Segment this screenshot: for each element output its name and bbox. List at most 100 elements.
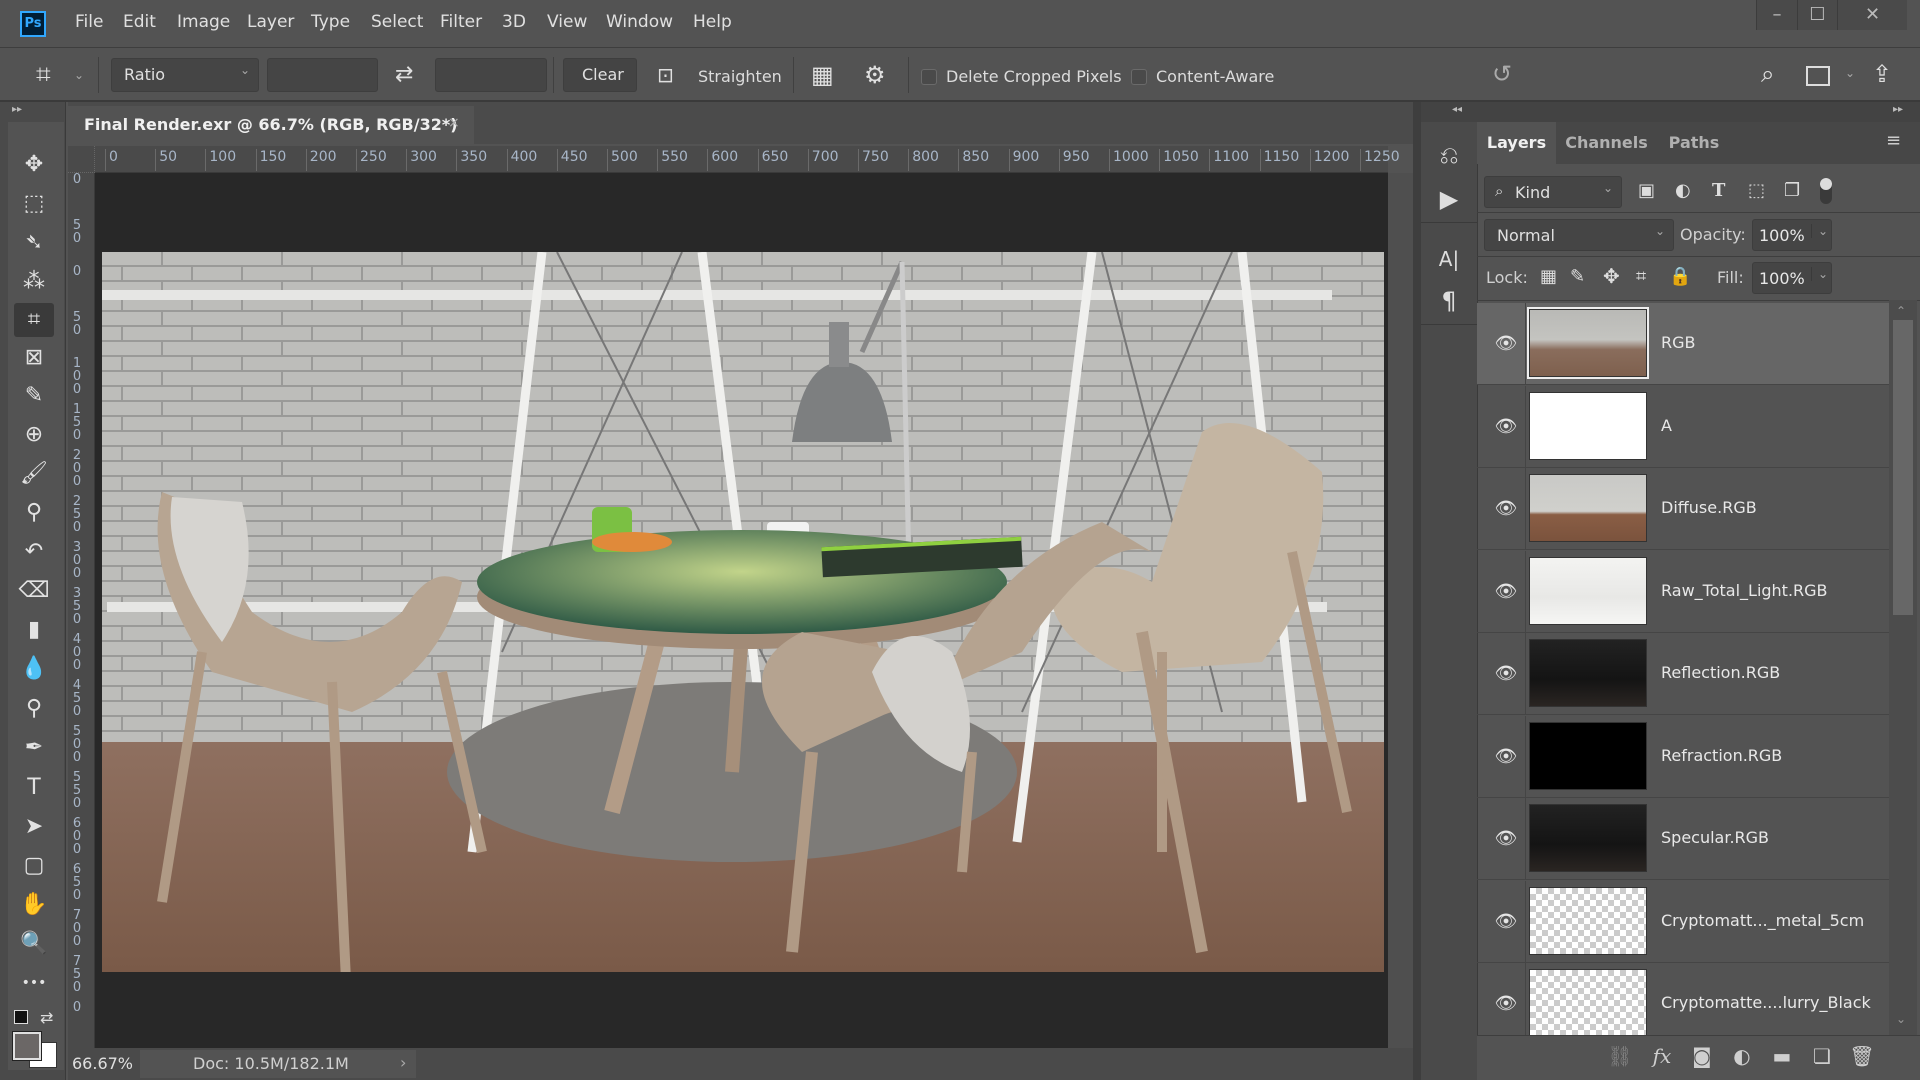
layer-row[interactable]: 👁 RGB [1477, 303, 1889, 385]
lock-artboard-icon[interactable]: ⌗ [1636, 266, 1646, 287]
layer-name[interactable]: Diffuse.RGB [1661, 498, 1757, 517]
canvas-scrollbar[interactable] [1388, 173, 1413, 1048]
chevron-down-icon[interactable]: ⌄ [1811, 224, 1828, 238]
menu-window[interactable]: Window [606, 12, 673, 32]
layer-row[interactable]: 👁 Reflection.RGB [1477, 633, 1889, 715]
close-button[interactable]: ✕ [1837, 0, 1907, 30]
visibility-toggle[interactable]: 👁 [1477, 633, 1526, 715]
layer-name[interactable]: Reflection.RGB [1661, 663, 1780, 682]
lock-transparent-pixels-icon[interactable]: ▦ [1540, 266, 1557, 287]
layer-name[interactable]: Specular.RGB [1661, 828, 1769, 847]
eye-icon[interactable]: 👁 [1493, 991, 1519, 1017]
visibility-toggle[interactable]: 👁 [1477, 715, 1526, 798]
document-tab[interactable]: Final Render.exr @ 66.7% (RGB, RGB/32*) … [68, 106, 474, 144]
clear-button[interactable]: Clear [563, 58, 637, 92]
filter-type-icon[interactable]: T [1712, 180, 1725, 201]
menu-help[interactable]: Help [693, 12, 732, 32]
fx-icon[interactable]: fx [1647, 1042, 1677, 1070]
layer-thumbnail[interactable] [1529, 721, 1647, 790]
eye-icon[interactable]: 👁 [1493, 661, 1519, 687]
visibility-toggle[interactable]: 👁 [1477, 303, 1526, 385]
blur-tool[interactable]: 💧 [14, 652, 54, 686]
menu-edit[interactable]: Edit [123, 12, 156, 32]
delete-cropped-pixels-checkbox[interactable] [921, 69, 937, 85]
share-icon[interactable]: ⇪ [1872, 60, 1892, 88]
content-aware-checkbox[interactable] [1131, 69, 1147, 85]
new-layer-icon[interactable]: ❏ [1807, 1042, 1837, 1070]
layer-name[interactable]: Refraction.RGB [1661, 746, 1782, 765]
crop-tool[interactable]: ⌗ [14, 303, 54, 337]
add-mask-icon[interactable]: ◙ [1687, 1042, 1717, 1070]
menu-3d[interactable]: 3D [502, 12, 526, 32]
move-tool[interactable]: ✥ [14, 148, 54, 182]
collapse-panels-icon[interactable]: ◂◂ [1452, 104, 1462, 115]
eye-icon[interactable]: 👁 [1493, 331, 1519, 357]
lock-position-icon[interactable]: ✥ [1603, 264, 1620, 288]
layer-filter-kind-select[interactable]: ⌕ Kind ⌄ [1484, 176, 1622, 208]
tab-layers[interactable]: Layers [1477, 122, 1556, 164]
scroll-up-icon[interactable]: ⌃ [1896, 304, 1906, 318]
layer-name[interactable]: Cryptomatte....lurry_Black [1661, 993, 1871, 1012]
zoom-tool[interactable]: 🔍 [14, 927, 54, 961]
panel-menu-icon[interactable]: ≡ [1886, 130, 1901, 151]
more-tools[interactable]: ••• [14, 966, 54, 1000]
trash-icon[interactable]: 🗑 [1847, 1042, 1877, 1070]
history-icon[interactable]: ⎌ [1432, 138, 1466, 172]
menu-file[interactable]: File [75, 12, 103, 32]
fill-input[interactable]: 100% ⌄ [1752, 262, 1832, 294]
tab-paths[interactable]: Paths [1657, 122, 1731, 164]
tool-preset-chevron-icon[interactable]: ⌄ [74, 68, 84, 82]
layer-row[interactable]: 👁 Refraction.RGB [1477, 715, 1889, 798]
zoom-level[interactable]: 66.67% [72, 1054, 133, 1073]
layer-row[interactable]: 👁 Cryptomatt..._metal_5cm [1477, 880, 1889, 963]
menu-type[interactable]: Type [311, 12, 350, 32]
layer-row[interactable]: 👁 Diffuse.RGB [1477, 468, 1889, 550]
visibility-toggle[interactable]: 👁 [1477, 385, 1526, 468]
swap-colors-icon[interactable]: ⇄ [40, 1008, 53, 1027]
visibility-toggle[interactable]: 👁 [1477, 880, 1526, 963]
filter-smart-object-icon[interactable]: ❐ [1784, 180, 1800, 201]
eye-icon[interactable]: 👁 [1493, 826, 1519, 852]
filter-pixel-icon[interactable]: ▣ [1638, 180, 1655, 201]
eye-icon[interactable]: 👁 [1493, 909, 1519, 935]
lock-all-icon[interactable]: 🔒 [1669, 266, 1691, 287]
eye-icon[interactable]: 👁 [1493, 414, 1519, 440]
opacity-input[interactable]: 100% ⌄ [1752, 219, 1832, 251]
filter-adjustment-icon[interactable]: ◐ [1675, 180, 1691, 201]
marquee-tool[interactable]: ⬚ [14, 187, 54, 221]
chevron-down-icon[interactable]: ⌄ [1811, 267, 1828, 281]
link-layers-icon[interactable]: ⛓ [1605, 1042, 1635, 1070]
reset-icon[interactable]: ↺ [1492, 60, 1512, 88]
search-icon[interactable]: ⌕ [1761, 60, 1774, 88]
layer-thumbnail[interactable] [1529, 969, 1647, 1037]
default-colors-icon[interactable] [14, 1010, 28, 1024]
hand-tool[interactable]: ✋ [14, 888, 54, 922]
layers-scrollbar-thumb[interactable] [1893, 320, 1913, 615]
vertical-ruler[interactable]: 0 50 0 50 100 150 200 250 300 350 400 450 500 550 600 6… [68, 173, 95, 1048]
layer-row[interactable]: 👁 A [1477, 385, 1889, 468]
lasso-tool[interactable]: ➴ [14, 226, 54, 260]
visibility-toggle[interactable]: 👁 [1477, 963, 1526, 1045]
history-brush-tool[interactable]: ↶ [14, 535, 54, 569]
visibility-toggle[interactable]: 👁 [1477, 550, 1526, 633]
clone-stamp-tool[interactable]: ⚲ [14, 496, 54, 530]
expand-toolbar-icon[interactable]: ▸▸ [12, 104, 22, 115]
eye-icon[interactable]: 👁 [1493, 496, 1519, 522]
status-menu-arrow[interactable]: › [400, 1053, 406, 1072]
tab-channels[interactable]: Channels [1556, 122, 1657, 164]
menu-select[interactable]: Select [371, 12, 423, 32]
layer-name[interactable]: Cryptomatt..._metal_5cm [1661, 911, 1864, 930]
crop-width-input[interactable] [267, 58, 378, 92]
menu-filter[interactable]: Filter [440, 12, 482, 32]
layer-thumbnail[interactable] [1529, 886, 1647, 955]
close-document-icon[interactable]: × [448, 115, 460, 131]
layer-thumbnail[interactable] [1529, 474, 1647, 542]
layer-thumbnail[interactable] [1527, 307, 1649, 379]
layer-thumbnail[interactable] [1529, 804, 1647, 872]
layer-name[interactable]: Raw_Total_Light.RGB [1661, 581, 1828, 600]
eraser-tool[interactable]: ⌫ [14, 574, 54, 608]
swap-icon[interactable]: ⇄ [395, 62, 413, 87]
filter-shape-icon[interactable]: ⬚ [1748, 180, 1765, 201]
dock-divider[interactable] [1413, 102, 1421, 1080]
crop-height-input[interactable] [435, 58, 547, 92]
